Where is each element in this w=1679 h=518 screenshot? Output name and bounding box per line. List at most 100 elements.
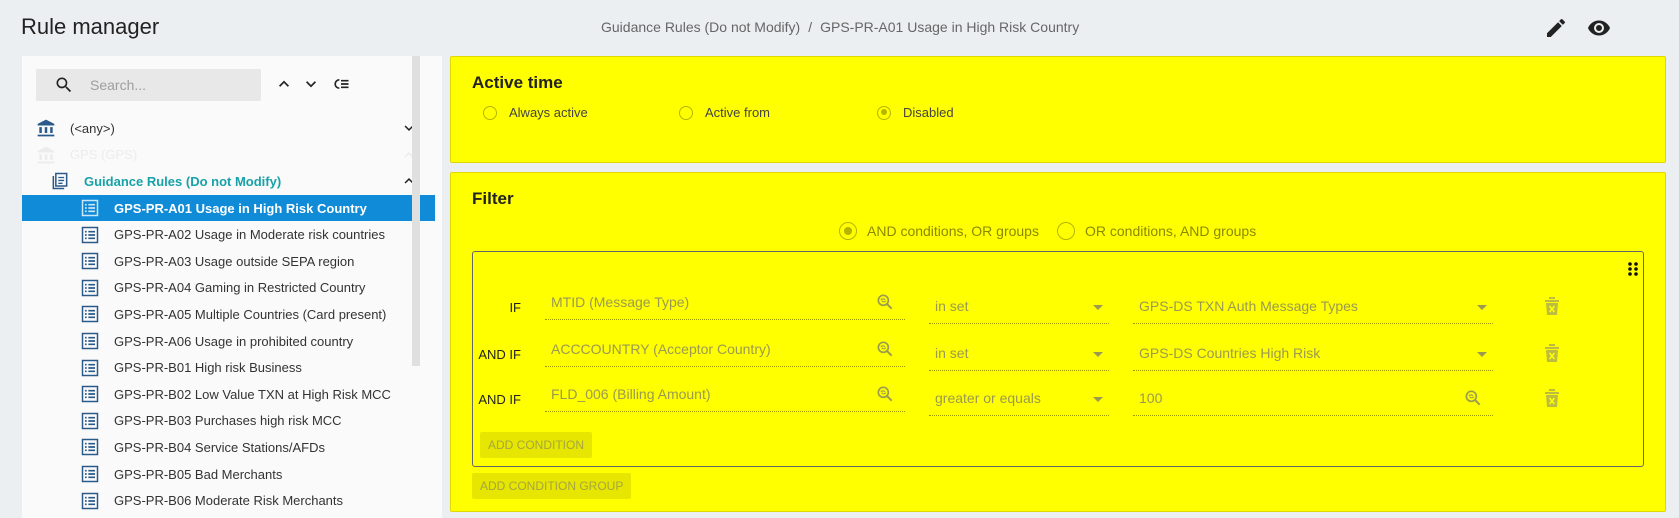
tree-item-rule[interactable]: GPS-PR-B01 High risk Business <box>22 354 436 381</box>
search-icon <box>54 75 74 95</box>
field-value: MTID (Message Type) <box>551 294 690 310</box>
value-text: GPS-DS TXN Auth Message Types <box>1139 298 1358 314</box>
active-time-panel: Active time Always active Active from Di… <box>450 56 1666 163</box>
condition-row: AND IF FLD_006 (Billing Amount) greater or… <box>473 380 1643 420</box>
radio-circle <box>1057 222 1075 240</box>
condition-value-select[interactable]: GPS-DS TXN Auth Message Types <box>1133 292 1493 324</box>
tree-item-label: Guidance Rules (Do not Modify) <box>84 173 282 189</box>
tree-item-rule[interactable]: GPS-PR-B06 Moderate Risk Merchants <box>22 487 436 514</box>
tree-item-label: GPS-PR-A04 Gaming in Restricted Country <box>114 280 366 296</box>
tree-item-rule[interactable]: GPS-PR-B05 Bad Merchants <box>22 461 436 488</box>
delete-condition-icon[interactable] <box>1543 296 1561 316</box>
value-text: GPS-DS Countries High Risk <box>1139 345 1321 361</box>
condition-operator-select[interactable]: in set <box>929 292 1109 324</box>
tree-item-rule[interactable]: GPS-PR-A01 Usage in High Risk Country <box>22 194 435 222</box>
breadcrumb: Guidance Rules (Do not Modify) / GPS-PR-A0… <box>601 19 1079 35</box>
add-condition-button[interactable]: ADD CONDITION <box>480 432 592 458</box>
tree-item-label: GPS-PR-A02 Usage in Moderate risk countr… <box>114 227 385 243</box>
tree-item-rule[interactable]: GPS-PR-B02 Low Value TXN at High Risk MC… <box>22 381 436 408</box>
condition-operator-select[interactable]: in set <box>929 339 1109 371</box>
tree-item-rule[interactable]: GPS-PR-A02 Usage in Moderate risk countr… <box>22 221 436 248</box>
radio-circle <box>839 222 857 240</box>
dropdown-arrow-icon <box>1093 305 1103 310</box>
app-title: Rule manager <box>21 14 160 39</box>
operator-value: in set <box>935 345 969 361</box>
pencil-icon[interactable] <box>1544 16 1568 40</box>
tree-item-institution[interactable]: (<any>) <box>22 115 436 142</box>
delete-condition-icon[interactable] <box>1543 388 1561 408</box>
list-doc-icon <box>80 358 100 378</box>
sidebar-scrollbar[interactable] <box>412 56 420 366</box>
collapse-all-icon[interactable] <box>331 74 355 94</box>
dropdown-arrow-icon <box>1093 352 1103 357</box>
list-doc-icon <box>80 278 100 298</box>
dropdown-arrow-icon <box>1093 397 1103 402</box>
tree-item-folder[interactable]: Guidance Rules (Do not Modify) <box>22 168 436 195</box>
list-doc-icon <box>80 225 100 245</box>
folder-doc-icon <box>50 171 70 191</box>
tree-item-label: GPS-PR-B01 High risk Business <box>114 360 302 376</box>
add-condition-group-button[interactable]: ADD CONDITION GROUP <box>472 473 632 499</box>
top-bar: Rule manager Guidance Rules (Do not Modi… <box>0 0 1679 56</box>
rule-tree: (<any>) GPS (GPS) Guidance Rules (Do not M… <box>22 115 436 514</box>
tree-item-rule[interactable]: GPS-PR-A04 Gaming in Restricted Country <box>22 275 436 302</box>
condition-operator-select[interactable]: greater or equals <box>929 384 1109 416</box>
tree-item-label: (<any>) <box>70 120 115 136</box>
dropdown-arrow-icon <box>1477 305 1487 310</box>
condition-field-input[interactable]: ACCCOUNTRY (Acceptor Country) <box>545 335 905 367</box>
list-doc-icon <box>80 384 100 404</box>
bank-icon <box>36 145 56 165</box>
list-doc-icon <box>80 491 100 511</box>
list-doc-icon <box>80 464 100 484</box>
delete-condition-icon[interactable] <box>1543 343 1561 363</box>
radio-label: Active from <box>705 105 771 120</box>
operator-value: greater or equals <box>935 390 1041 406</box>
tree-item-rule[interactable]: GPS-PR-B03 Purchases high risk MCC <box>22 408 436 435</box>
operator-value: in set <box>935 298 969 314</box>
condition-value-input[interactable]: 100 <box>1133 384 1493 416</box>
condition-value-select[interactable]: GPS-DS Countries High Risk <box>1133 339 1493 371</box>
condition-field-input[interactable]: FLD_006 (Billing Amount) <box>545 380 905 412</box>
search-input[interactable] <box>88 75 248 95</box>
value-lookup-icon[interactable] <box>1463 388 1483 408</box>
field-lookup-icon[interactable] <box>875 339 895 359</box>
drag-handle-icon[interactable] <box>1626 261 1640 277</box>
tree-item-rule[interactable]: GPS-PR-B04 Service Stations/AFDs <box>22 434 436 461</box>
radio-label: Disabled <box>903 105 954 120</box>
condition-field-input[interactable]: MTID (Message Type) <box>545 288 905 320</box>
radio-active-from[interactable]: Active from <box>679 105 770 120</box>
chevron-up-icon[interactable] <box>274 74 294 94</box>
field-lookup-icon[interactable] <box>875 292 895 312</box>
tree-item-label: GPS-PR-A06 Usage in prohibited country <box>114 333 354 349</box>
condition-prefix: AND IF <box>478 347 521 362</box>
field-lookup-icon[interactable] <box>875 384 895 404</box>
value-text: 100 <box>1139 390 1163 406</box>
tree-item-label: GPS-PR-A03 Usage outside SEPA region <box>114 253 355 269</box>
condition-prefix: AND IF <box>478 392 521 407</box>
radio-circle <box>483 105 497 120</box>
condition-row: IF MTID (Message Type) in set GPS-DS TXN Au… <box>473 288 1643 328</box>
tree-item-rule[interactable]: GPS-PR-A03 Usage outside SEPA region <box>22 248 436 275</box>
radio-label: AND conditions, OR groups <box>867 223 1039 239</box>
list-doc-icon <box>80 304 100 324</box>
breadcrumb-folder[interactable]: Guidance Rules (Do not Modify) <box>601 19 800 35</box>
chevron-down-icon[interactable] <box>301 74 321 94</box>
breadcrumb-separator: / <box>808 19 813 35</box>
radio-always-active[interactable]: Always active <box>483 105 588 120</box>
tree-item-institution[interactable]: GPS (GPS) <box>22 142 436 169</box>
eye-icon[interactable] <box>1587 16 1611 40</box>
tree-item-rule[interactable]: GPS-PR-A06 Usage in prohibited country <box>22 328 436 355</box>
filter-title: Filter <box>472 189 514 208</box>
radio-circle <box>679 105 693 120</box>
list-doc-icon <box>80 331 100 351</box>
search-box <box>36 69 261 101</box>
radio-or-conditions-and-groups[interactable]: OR conditions, AND groups <box>1057 222 1256 240</box>
list-doc-icon <box>80 437 100 457</box>
tree-item-rule[interactable]: GPS-PR-A05 Multiple Countries (Card pres… <box>22 301 436 328</box>
radio-circle <box>877 105 891 120</box>
field-value: FLD_006 (Billing Amount) <box>551 386 711 402</box>
radio-and-conditions-or-groups[interactable]: AND conditions, OR groups <box>839 222 1039 240</box>
dropdown-arrow-icon <box>1477 352 1487 357</box>
condition-prefix: IF <box>509 300 521 315</box>
radio-disabled[interactable]: Disabled <box>877 105 954 120</box>
